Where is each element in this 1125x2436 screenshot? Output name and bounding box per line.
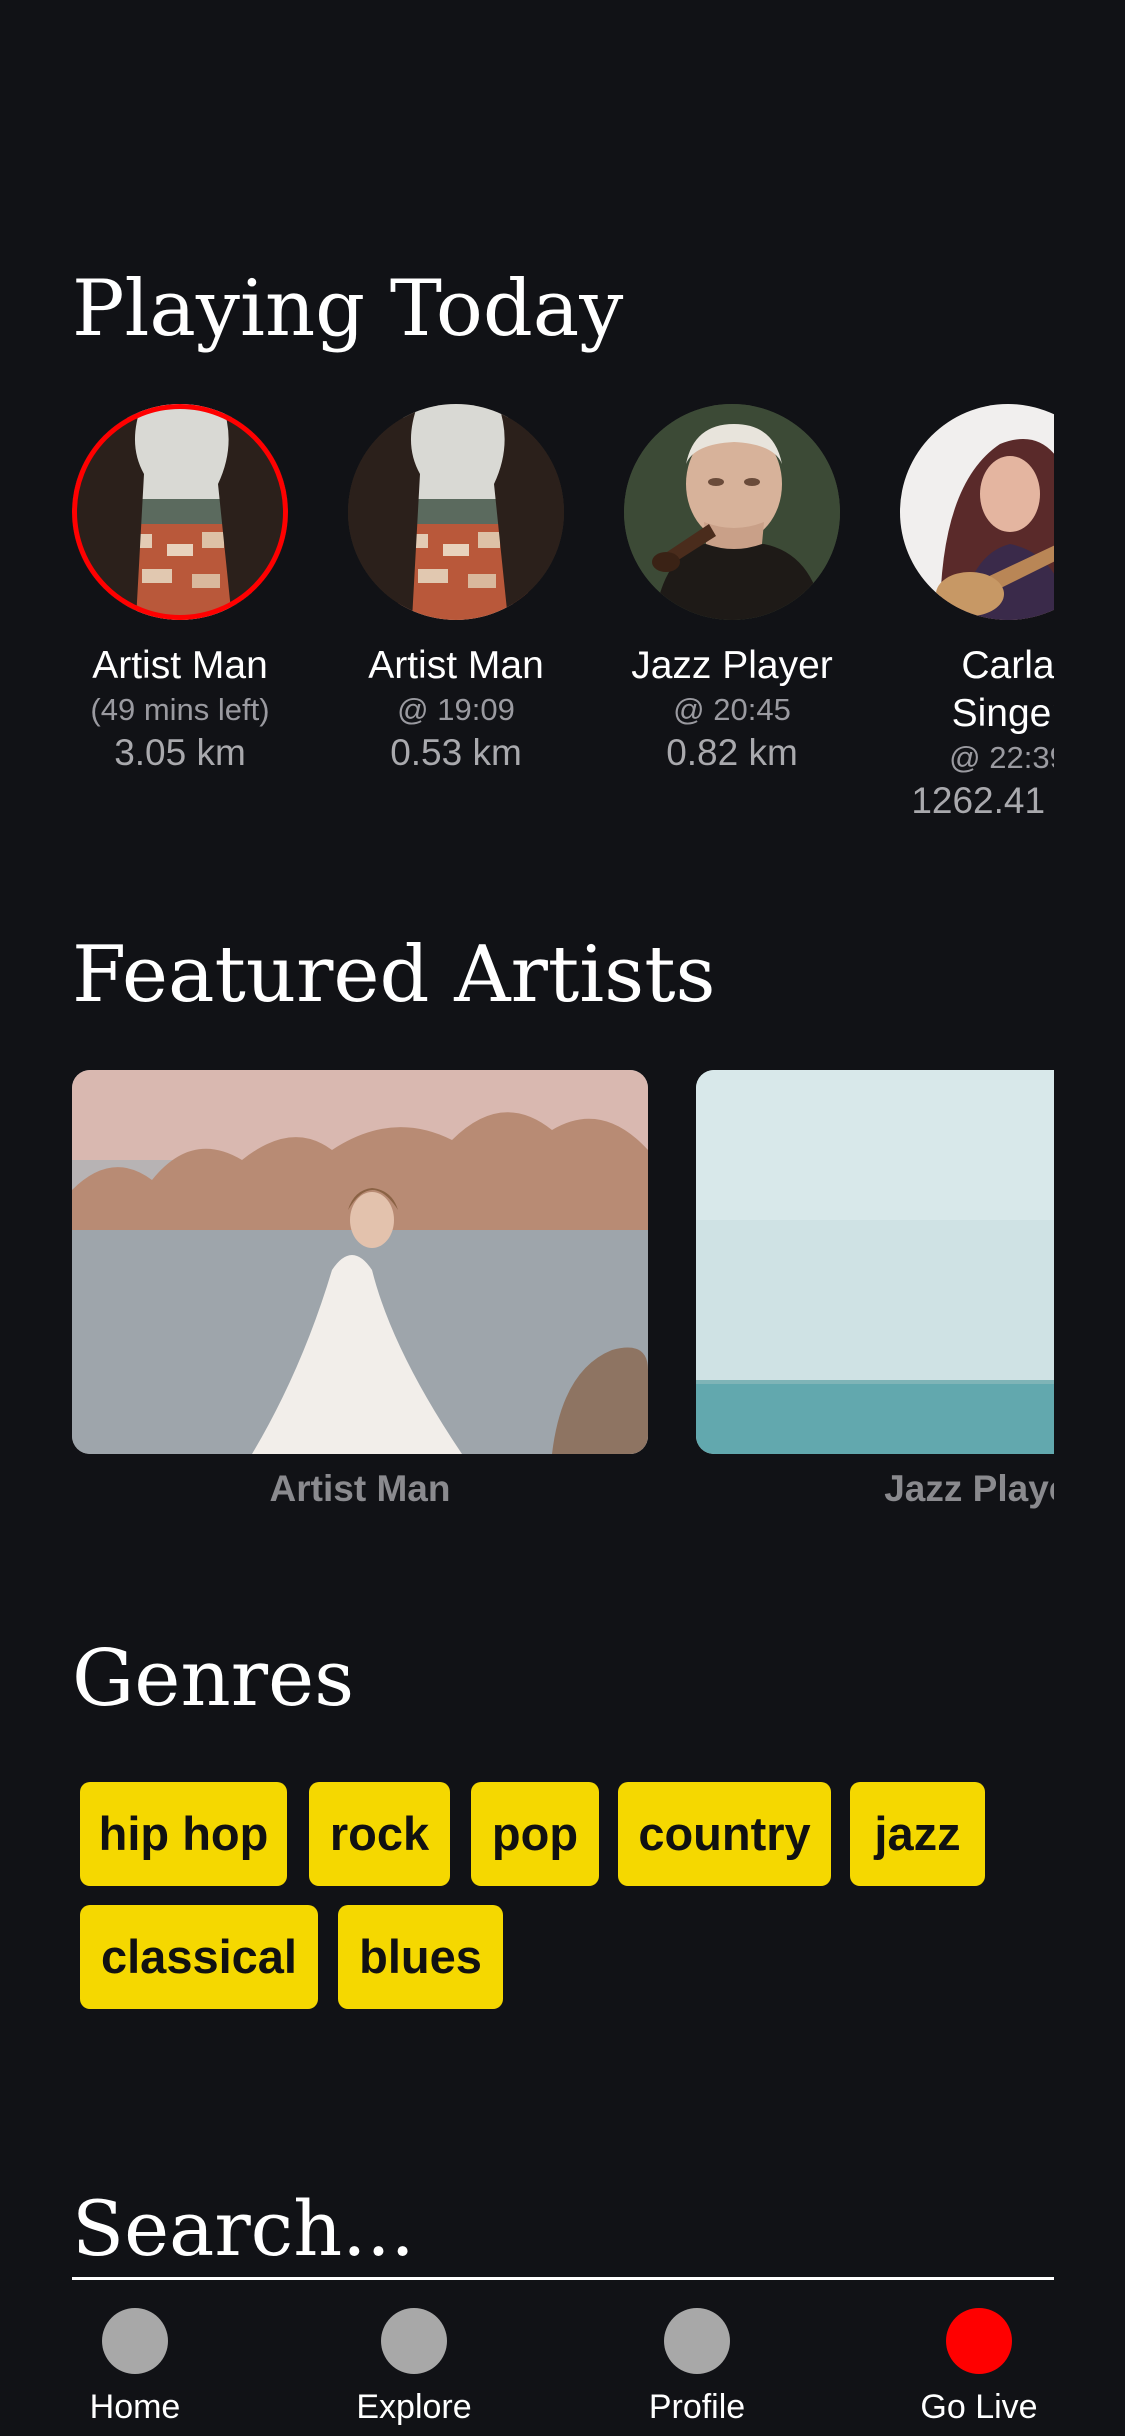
- artist-name: Jazz Player: [631, 644, 833, 687]
- featured-artist-name: Jazz Player: [884, 1468, 1054, 1509]
- featured-artists-carousel[interactable]: Artist Man Jazz Player: [72, 1070, 1054, 1520]
- artist-time: @ 20:45: [673, 692, 791, 727]
- genre-chip-blues[interactable]: blues: [338, 1905, 503, 2009]
- genre-chip-hip-hop[interactable]: hip hop: [80, 1782, 287, 1886]
- artist-name-line1: Carla: [961, 644, 1054, 687]
- artist-time: @ 22:39: [949, 740, 1054, 775]
- artist-photo-image: [348, 404, 564, 620]
- artist-photo-image: [900, 404, 1054, 620]
- artist-distance: 0.82 km: [666, 732, 798, 773]
- search-input[interactable]: [72, 2180, 1054, 2276]
- artist-distance: 1262.41 km: [911, 780, 1054, 821]
- playing-artist-card[interactable]: Artist Man (49 mins left) 3.05 km: [72, 404, 288, 776]
- profile-icon: [664, 2308, 730, 2374]
- nav-go-live[interactable]: Go Live: [879, 2308, 1079, 2427]
- playing-artist-card[interactable]: Artist Man @ 19:09 0.53 km: [348, 404, 564, 776]
- artist-avatar[interactable]: [900, 404, 1054, 620]
- playing-today-carousel[interactable]: Artist Man (49 mins left) 3.05 km Artist…: [72, 404, 1054, 844]
- artist-avatar[interactable]: [624, 404, 840, 620]
- featured-artist-card[interactable]: Artist Man: [72, 1070, 648, 1510]
- genre-chip-jazz[interactable]: jazz: [850, 1782, 985, 1886]
- artist-time: @ 19:09: [397, 692, 515, 727]
- genre-chip-country[interactable]: country: [618, 1782, 831, 1886]
- nav-label: Explore: [356, 2388, 472, 2426]
- featured-artist-name: Artist Man: [269, 1468, 451, 1509]
- nav-explore[interactable]: Explore: [314, 2308, 514, 2427]
- artist-distance: 3.05 km: [114, 732, 246, 773]
- featured-artist-card[interactable]: Jazz Player: [696, 1070, 1054, 1510]
- bottom-navigation: Home Explore Profile Go Live: [0, 2296, 1125, 2436]
- nav-label: Home: [89, 2388, 181, 2426]
- go-live-icon: [946, 2308, 1012, 2374]
- home-icon: [102, 2308, 168, 2374]
- artist-photo-image: [624, 404, 840, 620]
- explore-icon: [381, 2308, 447, 2374]
- artist-avatar-live[interactable]: [72, 404, 288, 620]
- artist-name-line2: Singer: [951, 692, 1054, 735]
- featured-artist-image: [72, 1070, 648, 1454]
- playing-today-title: Playing Today: [72, 264, 624, 354]
- genre-chip-pop[interactable]: pop: [471, 1782, 599, 1886]
- playing-artist-card[interactable]: Jazz Player @ 20:45 0.82 km: [624, 404, 840, 776]
- home-screen: Playing Today Artist Man (49 mins left) …: [0, 0, 1125, 2436]
- featured-artist-image: [696, 1070, 1054, 1454]
- nav-profile[interactable]: Profile: [597, 2308, 797, 2427]
- artist-name: Artist Man: [368, 644, 544, 687]
- playing-artist-card[interactable]: Carla Singer @ 22:39 1262.41 km: [900, 404, 1054, 824]
- artist-name: Carla Singer: [900, 642, 1054, 738]
- nav-label: Go Live: [920, 2388, 1038, 2426]
- artist-avatar[interactable]: [348, 404, 564, 620]
- genre-chip-classical[interactable]: classical: [80, 1905, 318, 2009]
- search-bar: [72, 2180, 1054, 2280]
- featured-artists-title: Featured Artists: [72, 930, 716, 1020]
- genre-chip-rock[interactable]: rock: [309, 1782, 450, 1886]
- artist-name: Artist Man: [92, 644, 268, 687]
- artist-photo-image: [72, 404, 288, 620]
- nav-label: Profile: [648, 2388, 746, 2426]
- genres-title: Genres: [72, 1634, 355, 1724]
- artist-distance: 0.53 km: [390, 732, 522, 773]
- artist-time: (49 mins left): [90, 692, 270, 727]
- nav-home[interactable]: Home: [35, 2308, 235, 2427]
